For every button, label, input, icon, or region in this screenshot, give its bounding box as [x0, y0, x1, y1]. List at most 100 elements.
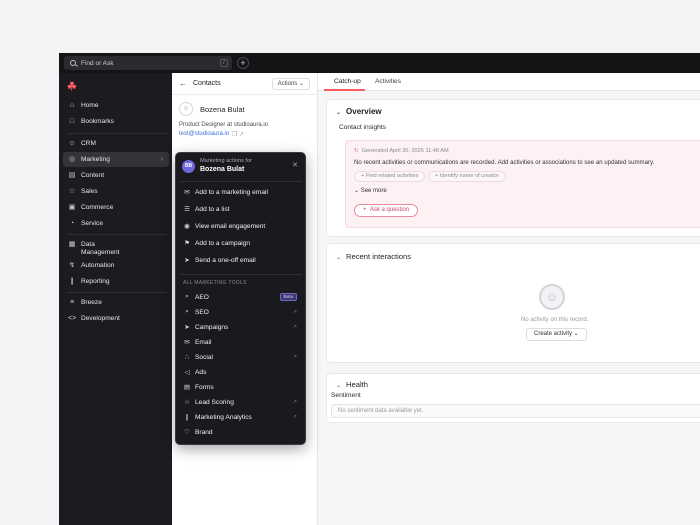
tool-email[interactable]: ✉ Email — [179, 335, 303, 349]
tab-activities[interactable]: Activities — [375, 78, 401, 85]
sidebar-item-content[interactable]: ▤ Content — [63, 168, 169, 183]
action-view-email-engagement[interactable]: ◉ View email engagement — [179, 219, 303, 233]
chevron-right-icon: › — [160, 156, 163, 163]
action-add-to-list[interactable]: ☰ Add to a list — [179, 202, 303, 216]
action-add-marketing-email[interactable]: ✉ Add to a marketing email — [179, 185, 303, 199]
sidebar-item-service[interactable]: ◔ Service — [63, 216, 169, 231]
sidebar-item-sales[interactable]: ☆ Sales — [63, 184, 169, 199]
sidebar-item-label: Commerce — [81, 204, 114, 211]
contacts-breadcrumb[interactable]: Contacts — [193, 80, 221, 87]
popup-contact-name: Bozena Bulat — [200, 166, 245, 173]
mail-icon: ✉ — [184, 339, 190, 346]
sidebar-item-development[interactable]: <> Development — [63, 311, 169, 326]
close-icon[interactable]: ✕ — [292, 161, 298, 169]
sidebar-item-reporting[interactable]: ❙ Reporting — [63, 274, 169, 289]
contact-insights-label: Contact insights — [339, 124, 386, 131]
avatar: ☺ — [179, 102, 193, 116]
marketing-icon: ◎ — [68, 155, 76, 163]
external-link-icon: ↗ — [292, 354, 297, 360]
ask-question-button[interactable]: + Ask a question — [354, 204, 419, 217]
tab-catch-up[interactable]: Catch-up — [334, 78, 361, 85]
chevron-down-icon: ⌄ — [336, 110, 342, 116]
tool-label: Brand — [195, 428, 213, 436]
logo-icon[interactable]: ☘ — [67, 80, 77, 93]
sidebar-item-commerce[interactable]: ▣ Commerce — [63, 200, 169, 215]
sidebar-item-label: Service — [81, 220, 103, 227]
sidebar-item-label: Reporting — [81, 278, 110, 285]
tool-label: Forms — [195, 383, 214, 391]
sidebar-item-label: Home — [81, 102, 99, 109]
main-content: Catch-up Activities ⌄ Overview Contact in… — [318, 73, 700, 525]
list-icon: ☰ — [184, 206, 190, 213]
sidebar-item-label: Breeze — [81, 299, 102, 306]
suggestion-chip[interactable]: + Identify name of creator — [428, 171, 506, 182]
refresh-icon[interactable]: ↻ — [354, 148, 359, 154]
actions-label: Actions — [277, 81, 298, 87]
sidebar-item-crm[interactable]: ☺ CRM — [63, 136, 169, 151]
chevron-down-icon: ⌄ — [336, 383, 342, 389]
search-icon: ⌕ — [185, 293, 189, 300]
popup-divider — [180, 274, 302, 275]
popup-subtitle: Marketing actions for — [200, 158, 252, 164]
code-icon: <> — [68, 314, 77, 322]
contact-email-link[interactable]: test@studioaura.io — [179, 131, 229, 137]
tool-campaigns[interactable]: ➤ Campaigns ↗ — [179, 320, 303, 334]
search-icon: ⌕ — [185, 308, 189, 315]
tool-marketing-analytics[interactable]: ❙ Marketing Analytics ↗ — [179, 410, 303, 424]
tool-lead-scoring[interactable]: ☆ Lead Scoring ↗ — [179, 395, 303, 409]
overview-title-text: Overview — [346, 107, 382, 116]
action-label: Add to a campaign — [195, 239, 250, 247]
send-icon: ➤ — [184, 257, 190, 264]
global-search-input[interactable]: Find or Ask / — [64, 56, 232, 70]
sidebar-divider — [67, 133, 167, 134]
sidebar: ☘ ⌂ Home □ Bookmarks ☺ CRM ◎ Marketing ›… — [59, 73, 172, 525]
external-link-icon: ↗ — [292, 414, 297, 420]
sidebar-item-breeze[interactable]: ≡ Breeze — [63, 295, 169, 310]
create-activity-button[interactable]: Create activity ⌄ — [526, 328, 587, 341]
insights-message: No recent activities or communications a… — [354, 159, 655, 166]
suggestion-chip[interactable]: + Find related activities — [354, 171, 426, 182]
action-add-to-campaign[interactable]: ⚑ Add to a campaign — [179, 236, 303, 250]
tool-aeo[interactable]: ⌕ AEO Beta — [179, 290, 303, 304]
copy-icon[interactable]: ❐ ↗ — [232, 131, 244, 138]
sidebar-item-label: Sales — [81, 188, 98, 195]
heart-icon: ♡ — [184, 429, 190, 436]
tool-forms[interactable]: ▤ Forms — [179, 380, 303, 394]
tool-seo[interactable]: ⌕ SEO ↗ — [179, 305, 303, 319]
breeze-icon: ≡ — [69, 298, 75, 306]
external-link-icon: ↗ — [292, 324, 297, 330]
sidebar-item-data-management[interactable]: ▦ Data Management — [63, 239, 169, 259]
mail-icon: ✉ — [184, 189, 190, 196]
avatar: BB — [182, 160, 195, 173]
back-arrow-icon[interactable]: ← — [179, 79, 187, 88]
sidebar-item-automation[interactable]: ↯ Automation — [63, 258, 169, 273]
shortcut-badge: / — [220, 59, 228, 67]
see-more-toggle[interactable]: ⌄ See more — [354, 187, 387, 194]
tool-social[interactable]: ∴ Social ↗ — [179, 350, 303, 364]
insights-box: ↻ Generated April 30, 2026 11:48 AM No re… — [345, 140, 700, 228]
overview-title[interactable]: ⌄ Overview — [336, 107, 382, 116]
active-tab-indicator — [324, 89, 365, 91]
beta-badge: Beta — [279, 293, 297, 301]
chip-label: Identify name of creator — [439, 173, 499, 179]
external-link-icon: ↗ — [292, 309, 297, 315]
sidebar-item-marketing[interactable]: ◎ Marketing › — [63, 152, 169, 167]
sidebar-item-home[interactable]: ⌂ Home — [63, 98, 169, 113]
action-send-one-off-email[interactable]: ➤ Send a one-off email — [179, 253, 303, 267]
see-more-label: See more — [360, 188, 387, 194]
health-title[interactable]: ⌄ Health — [336, 380, 368, 389]
chip-label: Find related activities — [365, 173, 419, 179]
recent-interactions-card: ⌄ Recent interactions ☺ No activity on th… — [326, 243, 700, 363]
action-label: Send a one-off email — [195, 256, 256, 264]
create-new-button[interactable]: + — [237, 57, 249, 69]
tool-ads[interactable]: ◁ Ads — [179, 365, 303, 379]
actions-dropdown-button[interactable]: Actions ⌄ — [271, 78, 310, 90]
generated-timestamp: ↻ Generated April 30, 2026 11:48 AM — [354, 148, 449, 154]
create-activity-label: Create activity — [534, 331, 573, 337]
form-icon: ▤ — [183, 384, 191, 391]
recent-interactions-title[interactable]: ⌄ Recent interactions — [336, 252, 411, 261]
tool-brand[interactable]: ♡ Brand — [179, 425, 303, 439]
sidebar-item-label: Development — [81, 315, 120, 322]
sidebar-item-bookmarks[interactable]: □ Bookmarks — [63, 114, 169, 129]
sidebar-item-label: Marketing — [81, 156, 110, 163]
